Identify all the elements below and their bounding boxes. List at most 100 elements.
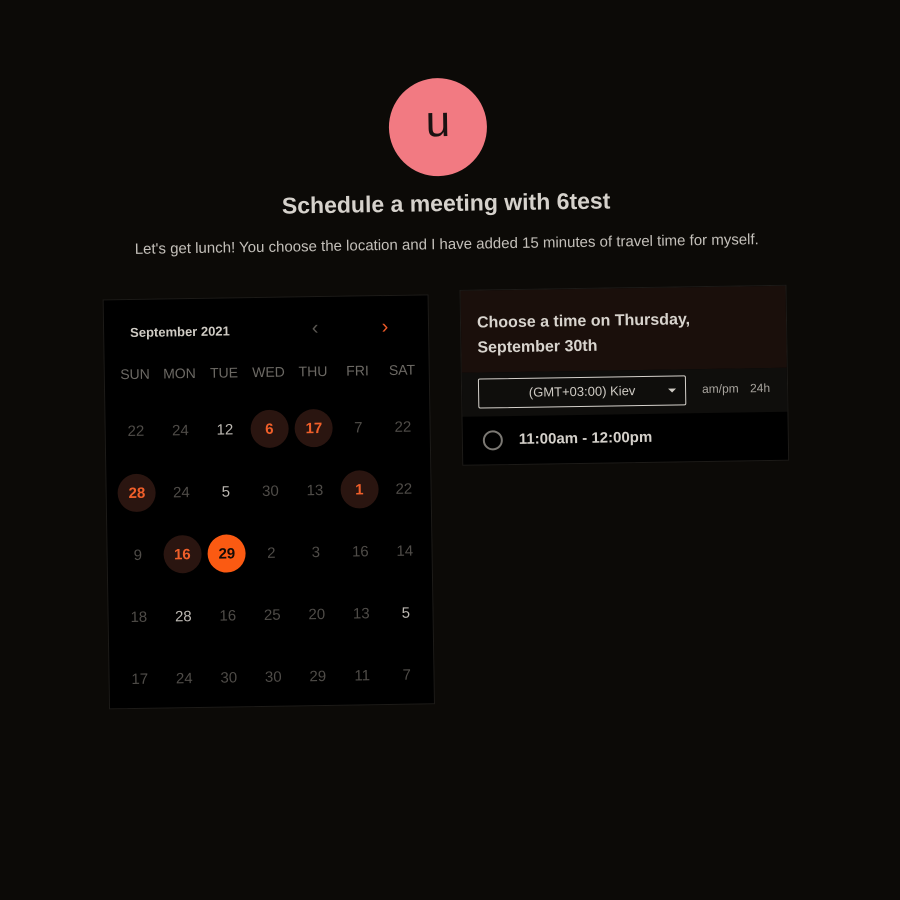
calendar-week-row: 22 24 12 6 17 7 22 [113,395,426,462]
month-label: September 2021 [129,323,230,341]
calendar-day: 7 [354,418,363,437]
calendar-day: 16 [351,542,369,561]
calendar-day: 5 [221,482,231,501]
calendar-day: 22 [127,422,145,440]
calendar-cell: 7 [384,655,429,694]
date-picker-calendar: September 2021 ‹ › SUN MON TUE WED THU FRI SAT… [102,294,435,710]
weekday-label: THU [298,362,328,380]
chevron-left-icon[interactable]: ‹ [304,317,326,341]
calendar-day: 12 [216,420,234,439]
calendar-cell: 17 [291,408,336,448]
booking-page: u Schedule a meeting with 6test Let's ge… [0,0,900,900]
calendar-cell: 22 [380,407,425,446]
calendar-cell: 25 [250,595,295,634]
calendar-cell: 3 [293,533,338,572]
calendar-cell: 7 [336,408,381,447]
calendar-header: September 2021 ‹ › [104,295,431,360]
calendar-day: 25 [263,606,281,624]
weekday-label: MON [163,364,196,382]
calendar-cell: 12 [202,410,247,449]
calendar-day-selected[interactable]: 29 [207,534,247,573]
avatar-initial: u [425,96,451,147]
calendar-cell: 16 [160,534,205,574]
time-panel-heading: Choose a time on Thursday, September 30t… [460,285,787,373]
calendar-cell: 28 [114,473,159,513]
calendar-cell: 29 [204,534,249,573]
calendar-day: 18 [130,608,148,626]
calendar-week-row: 18 28 16 25 20 13 5 [116,581,429,648]
calendar-day: 20 [308,605,326,623]
calendar-day: 24 [171,421,189,439]
calendar-cell: 24 [162,659,207,698]
time-slot-label: 11:00am - 12:00pm [518,428,653,448]
weekday-label: FRI [346,362,369,379]
calendar-day-available[interactable]: 16 [163,534,202,574]
calendar-day-available[interactable]: 1 [340,470,379,509]
meeting-description: Let's get lunch! You choose the location… [134,231,759,258]
calendar-day: 24 [172,483,190,501]
calendar-cell: 5 [383,593,428,632]
page-title: Schedule a meeting with 6test [281,187,611,219]
calendar-cell: 30 [248,471,293,510]
weekday-label: SAT [388,361,416,378]
calendar-cell: 22 [113,412,158,451]
calendar-week-row: 9 16 29 2 3 16 14 [115,519,428,586]
caret-down-icon [668,388,677,393]
calendar-day-available[interactable]: 6 [250,409,289,449]
calendar-day: 5 [401,604,411,622]
calendar-cell: 6 [247,409,292,449]
timezone-value: (GMT+03:00) Kiev [528,383,636,400]
calendar-day: 30 [261,482,279,500]
calendar-cell: 18 [116,598,161,637]
calendar-cell: 11 [340,656,385,695]
calendar-cell: 5 [203,472,248,511]
calendar-cell: 24 [158,411,203,450]
format-ampm-toggle[interactable]: am/pm [702,381,739,396]
calendar-cell: 22 [381,469,426,508]
radio-button-icon[interactable] [482,430,504,451]
calendar-day-available[interactable]: 28 [117,473,157,513]
format-24h-toggle[interactable]: 24h [750,381,770,395]
calendar-day: 29 [309,667,327,685]
weekday-label: WED [252,363,285,381]
calendar-week-row: 28 24 5 30 13 1 22 [114,457,427,524]
calendar-day: 24 [175,669,193,687]
calendar-day: 7 [402,666,412,684]
calendar-day: 17 [131,670,149,688]
calendar-day: 13 [306,481,324,499]
calendar-day: 3 [311,543,321,561]
calendar-day: 22 [394,418,412,436]
calendar-cell: 20 [294,595,339,634]
calendar-cell: 24 [159,473,204,512]
calendar-cell: 9 [115,536,160,575]
calendar-day: 22 [395,480,413,498]
calendar-cell: 29 [295,657,340,696]
calendar-day: 28 [174,607,192,625]
calendar-cell: 16 [205,596,250,635]
calendar-cell: 14 [382,531,427,570]
avatar: u [388,77,488,177]
time-selection-panel: Choose a time on Thursday, September 30t… [459,284,790,466]
calendar-day: 14 [396,542,414,560]
calendar-day: 2 [267,544,276,562]
timezone-bar: (GMT+03:00) Kiev am/pm 24h [461,367,788,417]
calendar-day-grid: 22 24 12 6 17 7 22 28 24 5 30 13 1 22 9 16 29 2 3 16 14 18 28 1… [113,395,430,710]
calendar-cell: 13 [292,471,337,510]
chevron-right-icon[interactable]: › [374,316,396,340]
calendar-cell: 2 [249,533,294,572]
calendar-week-row: 17 24 30 30 29 11 7 [117,643,430,710]
calendar-cell: 30 [251,657,296,696]
calendar-day: 11 [354,666,371,685]
calendar-cell: 1 [337,470,382,509]
calendar-cell: 16 [338,532,383,571]
calendar-day: 13 [352,604,370,623]
weekday-header-row: SUN MON TUE WED THU FRI SAT [113,361,425,383]
calendar-cell: 28 [161,597,206,636]
time-slot-option[interactable]: 11:00am - 12:00pm [462,412,788,465]
calendar-day: 30 [264,668,282,686]
calendar-day-available[interactable]: 17 [294,408,334,448]
time-panel-heading-line2: September 30th [477,337,598,357]
calendar-day: 9 [133,546,143,564]
timezone-select[interactable]: (GMT+03:00) Kiev [477,375,687,409]
weekday-label: TUE [209,364,239,381]
